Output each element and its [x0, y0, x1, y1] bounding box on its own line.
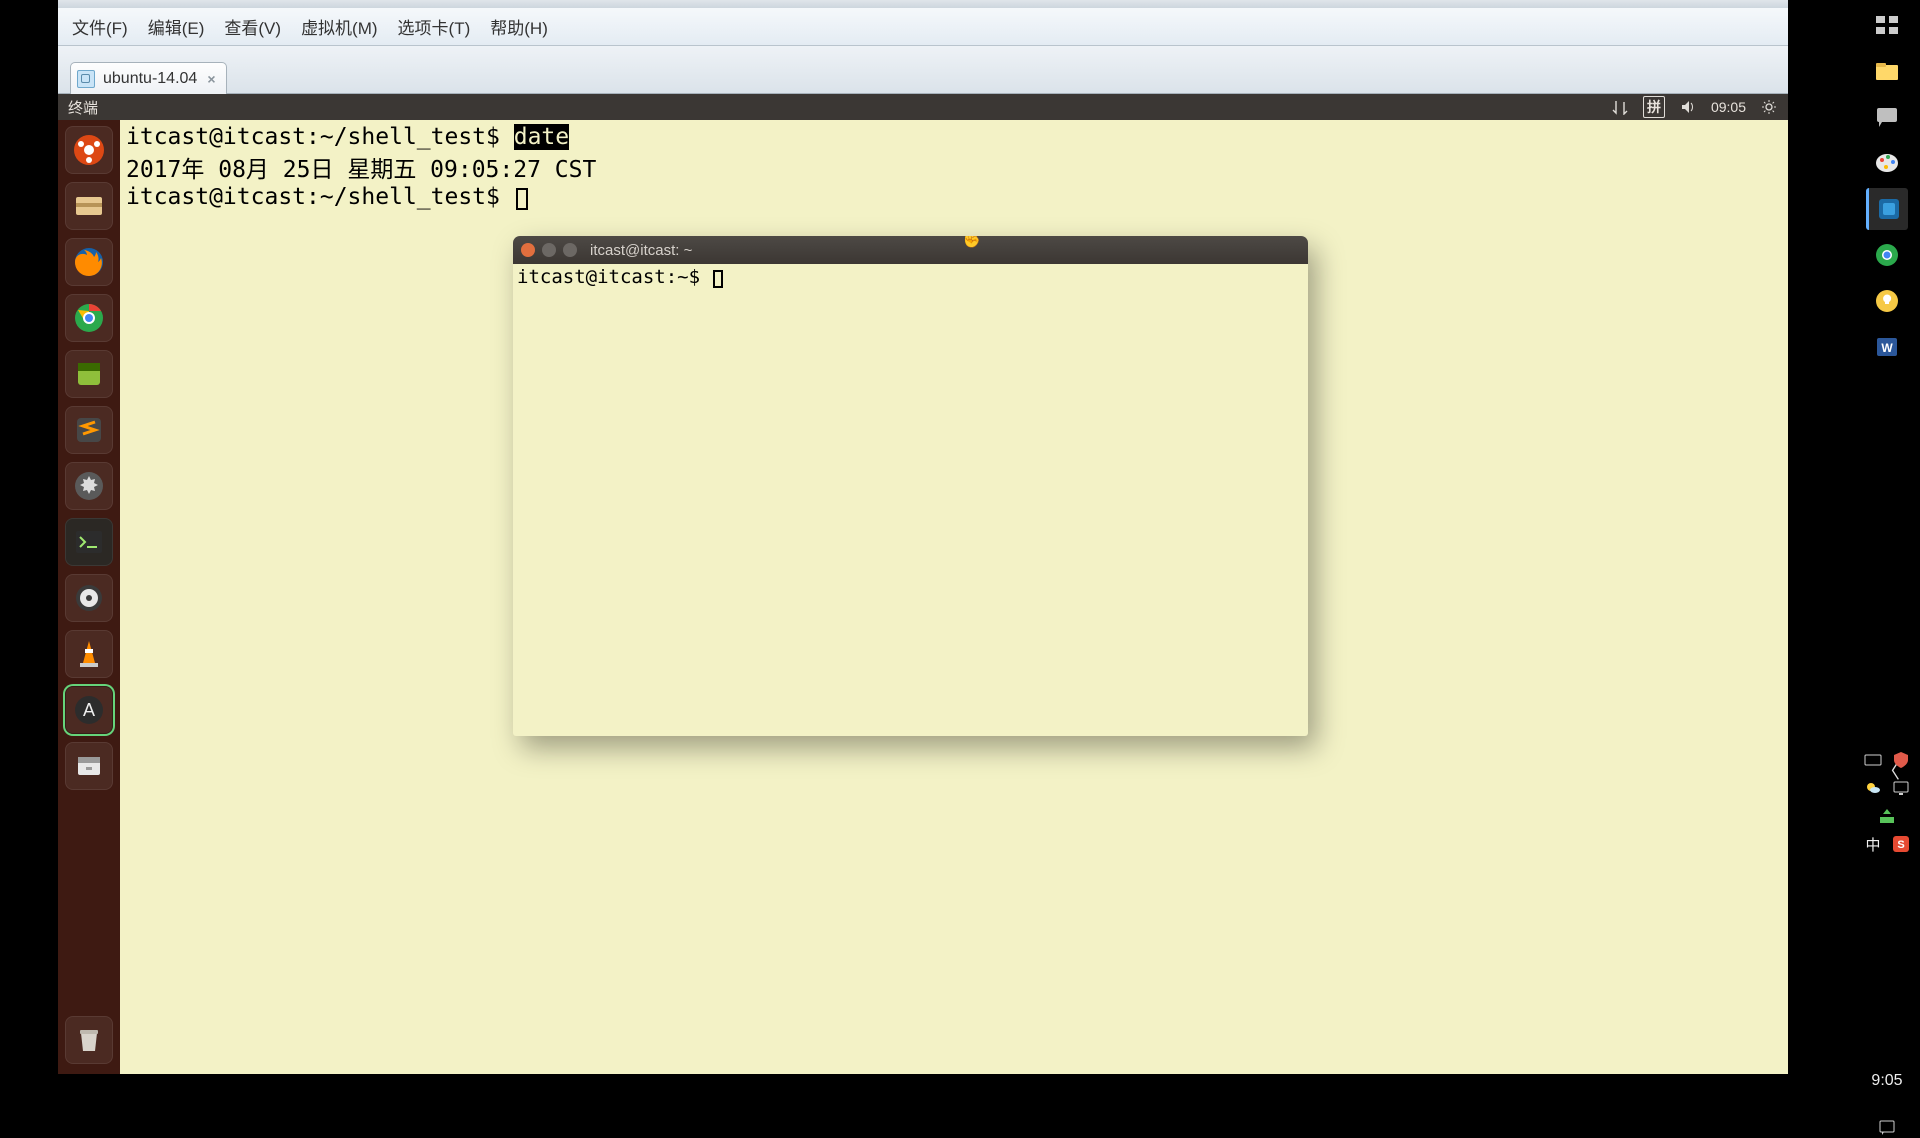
- window-close-icon[interactable]: [521, 243, 535, 257]
- tray-upload-icon[interactable]: [1877, 806, 1897, 826]
- panel-app-label: 终端: [58, 97, 98, 118]
- launcher-updater[interactable]: A: [65, 686, 113, 734]
- host-titlebar-sliver: [58, 0, 1788, 8]
- move-cursor-icon: ✊: [963, 236, 980, 249]
- launcher-firefox[interactable]: [65, 238, 113, 286]
- vm-menubar: 文件(F) 编辑(E) 查看(V) 虚拟机(M) 选项卡(T) 帮助(H): [58, 8, 1788, 46]
- launcher-archive[interactable]: [65, 742, 113, 790]
- launcher-trash[interactable]: [65, 1016, 113, 1064]
- window-maximize-icon[interactable]: [563, 243, 577, 257]
- volume-icon[interactable]: [1679, 98, 1697, 116]
- tray-ime-lang[interactable]: 中: [1863, 834, 1883, 854]
- menu-view[interactable]: 查看(V): [224, 14, 281, 39]
- terminal-cursor-icon: [516, 188, 528, 210]
- vm-tab-ubuntu[interactable]: ubuntu-14.04 ×: [70, 62, 227, 94]
- floating-terminal-window[interactable]: itcast@itcast: ~ ✊ itcast@itcast:~$: [513, 236, 1308, 736]
- floating-terminal-body[interactable]: itcast@itcast:~$: [513, 264, 1308, 736]
- taskbar-word[interactable]: W: [1866, 326, 1908, 368]
- term-line1-prompt: itcast@itcast:~/shell_test$: [126, 124, 514, 150]
- ime-indicator[interactable]: 拼: [1643, 96, 1665, 118]
- tray-keyboard-icon[interactable]: [1863, 750, 1883, 770]
- floating-terminal-prompt: itcast@itcast:~$: [517, 266, 711, 288]
- launcher-chrome[interactable]: [65, 294, 113, 342]
- launcher-settings[interactable]: [65, 462, 113, 510]
- launcher-sysmonitor[interactable]: [65, 574, 113, 622]
- term-line2-output: 2017年 08月 25日 星期五 09:05:27 CST: [126, 157, 596, 183]
- taskbar-vmware[interactable]: [1866, 188, 1908, 230]
- launcher-sublime[interactable]: [65, 406, 113, 454]
- menu-help[interactable]: 帮助(H): [490, 14, 548, 39]
- host-window: 文件(F) 编辑(E) 查看(V) 虚拟机(M) 选项卡(T) 帮助(H) ub…: [0, 0, 1790, 1080]
- launcher-vlc[interactable]: [65, 630, 113, 678]
- session-gear-icon[interactable]: [1760, 98, 1778, 116]
- ubuntu-desktop: 终端 拼 09:05: [58, 94, 1788, 1074]
- window-minimize-icon[interactable]: [542, 243, 556, 257]
- menu-edit[interactable]: 编辑(E): [148, 14, 205, 39]
- taskbar-paint[interactable]: [1866, 142, 1908, 184]
- menu-tabs[interactable]: 选项卡(T): [398, 14, 471, 39]
- menu-vm[interactable]: 虚拟机(M): [301, 14, 377, 39]
- network-icon[interactable]: [1611, 98, 1629, 116]
- floating-terminal-cursor-icon: [713, 270, 723, 288]
- tray-security-icon[interactable]: [1891, 750, 1911, 770]
- taskbar-chat[interactable]: [1866, 96, 1908, 138]
- taskbar-tips[interactable]: [1866, 280, 1908, 322]
- vm-tab-close-icon[interactable]: ×: [207, 71, 215, 87]
- svg-text:W: W: [1881, 341, 1893, 355]
- ubuntu-top-panel: 终端 拼 09:05: [58, 94, 1788, 120]
- launcher-files[interactable]: [65, 182, 113, 230]
- taskbar-explorer[interactable]: [1866, 50, 1908, 92]
- menu-file[interactable]: 文件(F): [72, 14, 128, 39]
- tray-display-icon[interactable]: [1891, 778, 1911, 798]
- action-center-icon[interactable]: [1877, 1118, 1897, 1138]
- term-line3-prompt: itcast@itcast:~/shell_test$: [126, 184, 514, 210]
- windows-taskbar: W 〈 中 S 9:05: [1854, 0, 1920, 1080]
- svg-text:A: A: [83, 700, 95, 720]
- tray-weather-icon[interactable]: [1863, 778, 1883, 798]
- unity-launcher: A: [58, 120, 120, 1074]
- background-terminal[interactable]: itcast@itcast:~/shell_test$ date 2017年 0…: [120, 120, 1788, 240]
- floating-terminal-titlebar[interactable]: itcast@itcast: ~ ✊: [513, 236, 1308, 264]
- svg-text:S: S: [1897, 839, 1904, 851]
- launcher-notes[interactable]: [65, 350, 113, 398]
- tray-sogou-icon[interactable]: S: [1891, 834, 1911, 854]
- vm-tabstrip: ubuntu-14.04 ×: [58, 46, 1788, 94]
- vm-tab-label: ubuntu-14.04: [103, 70, 197, 88]
- vm-tab-icon: [77, 70, 95, 88]
- launcher-terminal[interactable]: [65, 518, 113, 566]
- taskbar-chrome[interactable]: [1866, 234, 1908, 276]
- taskbar-taskview[interactable]: [1866, 4, 1908, 46]
- floating-terminal-title: itcast@itcast: ~: [590, 242, 692, 259]
- windows-clock[interactable]: 9:05: [1871, 1072, 1902, 1090]
- term-line1-command: date: [514, 124, 569, 150]
- launcher-dash[interactable]: [65, 126, 113, 174]
- panel-clock[interactable]: 09:05: [1711, 99, 1746, 115]
